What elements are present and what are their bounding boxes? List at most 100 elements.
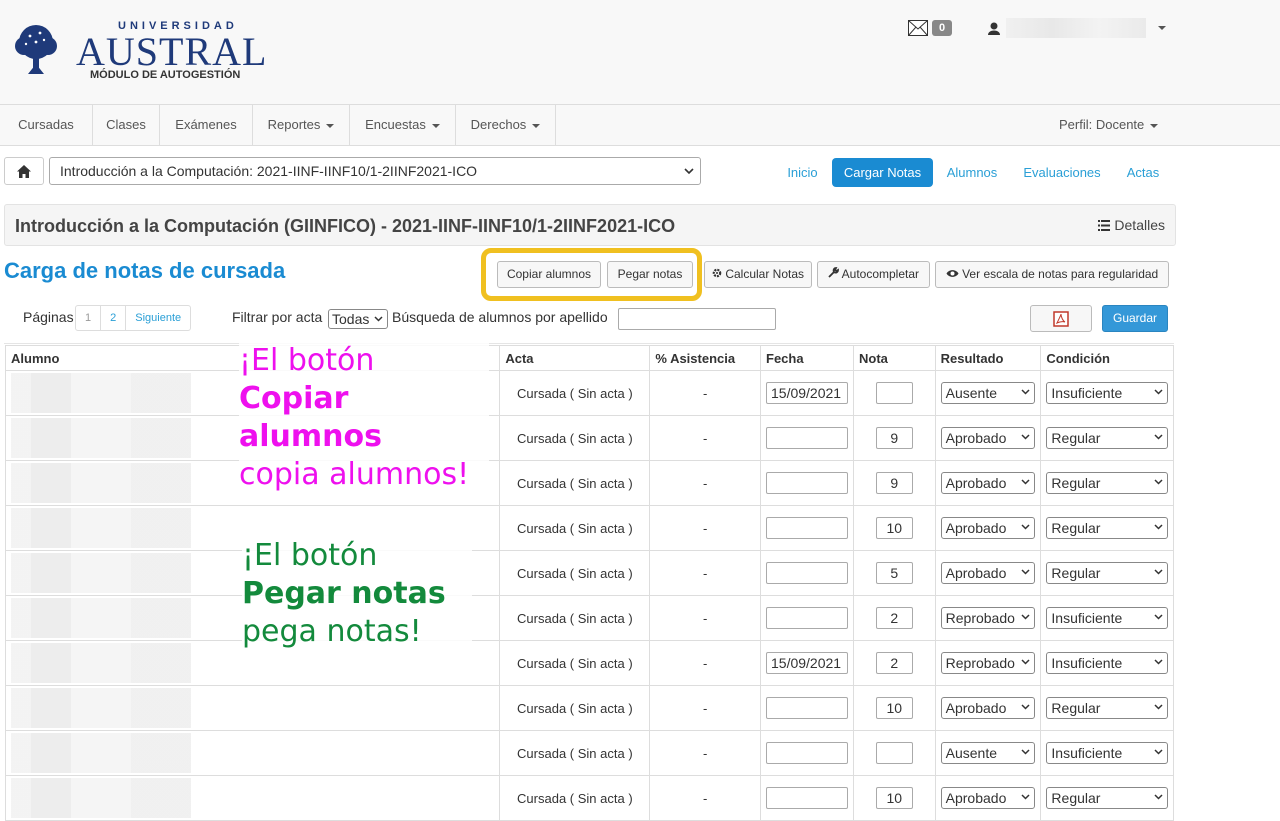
header-fecha[interactable]: Fecha bbox=[760, 345, 854, 371]
condicion-value: Regular bbox=[1051, 700, 1101, 716]
fecha-input[interactable] bbox=[766, 517, 848, 539]
nota-input[interactable]: 10 bbox=[875, 517, 913, 539]
ver-escala-label: Ver escala de notas para regularidad bbox=[962, 267, 1159, 281]
resultado-select[interactable]: Aprobado bbox=[940, 427, 1036, 449]
resultado-select[interactable]: Reprobado bbox=[940, 652, 1036, 674]
fecha-input[interactable]: 15/09/2021 bbox=[766, 652, 848, 674]
user-menu[interactable] bbox=[988, 18, 1166, 38]
acta-cell: Cursada ( Sin acta ) bbox=[499, 550, 651, 596]
fecha-cell bbox=[760, 775, 854, 821]
ver-escala-button[interactable]: Ver escala de notas para regularidad bbox=[935, 261, 1169, 288]
tab-cargar-notas[interactable]: Cargar Notas bbox=[832, 158, 933, 187]
fecha-input[interactable] bbox=[766, 607, 848, 629]
nav-clases-label: Clases bbox=[106, 117, 146, 132]
resultado-value: Aprobado bbox=[945, 475, 1007, 491]
resultado-select[interactable]: Aprobado bbox=[940, 517, 1036, 539]
nota-input[interactable] bbox=[875, 382, 913, 404]
nota-input[interactable] bbox=[875, 742, 913, 764]
tab-actas[interactable]: Actas bbox=[1118, 158, 1168, 187]
resultado-select[interactable]: Reprobado bbox=[940, 607, 1036, 629]
course-select[interactable]: Introducción a la Computación: 2021-IINF… bbox=[49, 157, 701, 185]
detalles-button[interactable]: Detalles bbox=[1098, 217, 1165, 233]
condicion-value: Insuficiente bbox=[1051, 385, 1123, 401]
chevron-down-icon bbox=[1154, 434, 1163, 440]
nav-derechos-dropdown[interactable]: Derechos bbox=[456, 105, 556, 145]
acta-cell: Cursada ( Sin acta ) bbox=[499, 370, 651, 416]
header-resultado[interactable]: Resultado bbox=[934, 345, 1042, 371]
course-select-value: Introducción a la Computación: 2021-IINF… bbox=[60, 163, 478, 179]
perfil-dropdown[interactable]: Perfil: Docente bbox=[1059, 105, 1159, 145]
messages-button[interactable]: 0 bbox=[908, 20, 953, 36]
fecha-input[interactable] bbox=[766, 562, 848, 584]
header-acta[interactable]: Acta bbox=[499, 345, 651, 371]
nav-cursadas[interactable]: Cursadas bbox=[0, 105, 93, 145]
header-asistencia[interactable]: % Asistencia bbox=[649, 345, 761, 371]
condicion-select[interactable]: Insuficiente bbox=[1046, 742, 1168, 764]
tab-alumnos-label: Alumnos bbox=[946, 165, 998, 180]
nota-input[interactable]: 9 bbox=[875, 427, 913, 449]
nota-input[interactable]: 10 bbox=[875, 787, 913, 809]
alumno-name-redacted bbox=[11, 418, 241, 458]
nota-input[interactable]: 2 bbox=[875, 652, 913, 674]
condicion-select[interactable]: Insuficiente bbox=[1046, 607, 1168, 629]
nota-input[interactable]: 10 bbox=[875, 697, 913, 719]
fecha-cell bbox=[760, 505, 854, 551]
nav-clases[interactable]: Clases bbox=[93, 105, 160, 145]
guardar-button[interactable]: Guardar bbox=[1102, 305, 1168, 332]
chevron-down-icon bbox=[1154, 704, 1163, 710]
condicion-select[interactable]: Regular bbox=[1046, 472, 1168, 494]
header-nota[interactable]: Nota bbox=[853, 345, 936, 371]
resultado-select[interactable]: Aprobado bbox=[940, 562, 1036, 584]
fecha-input[interactable] bbox=[766, 697, 848, 719]
tab-alumnos[interactable]: Alumnos bbox=[940, 158, 1004, 187]
condicion-cell: Regular bbox=[1040, 505, 1174, 551]
filtrar-acta-select[interactable]: Todas bbox=[328, 309, 388, 329]
tab-inicio[interactable]: Inicio bbox=[779, 158, 826, 187]
nav-encuestas-dropdown[interactable]: Encuestas bbox=[350, 105, 456, 145]
condicion-select[interactable]: Insuficiente bbox=[1046, 652, 1168, 674]
condicion-select[interactable]: Regular bbox=[1046, 517, 1168, 539]
resultado-value: Ausente bbox=[945, 385, 998, 401]
siguiente-link[interactable]: Siguiente bbox=[126, 306, 190, 330]
fecha-input[interactable] bbox=[766, 427, 848, 449]
fecha-input[interactable] bbox=[766, 472, 848, 494]
table-row: Cursada ( Sin acta ) - 9 Aprobado Regular bbox=[4, 415, 1174, 461]
nota-input[interactable]: 2 bbox=[875, 607, 913, 629]
fecha-input[interactable] bbox=[766, 787, 848, 809]
condicion-select[interactable]: Regular bbox=[1046, 787, 1168, 809]
autocompletar-button[interactable]: Autocompletar bbox=[817, 261, 930, 288]
condicion-select[interactable]: Regular bbox=[1046, 427, 1168, 449]
annotation-copiar-bold2: alumnos bbox=[239, 419, 382, 454]
pdf-icon bbox=[1053, 310, 1069, 327]
condicion-select[interactable]: Insuficiente bbox=[1046, 382, 1168, 404]
header-condicion[interactable]: Condición bbox=[1040, 345, 1174, 371]
home-button[interactable] bbox=[4, 157, 44, 185]
fecha-input[interactable]: 15/09/2021 bbox=[766, 382, 848, 404]
nav-reportes-dropdown[interactable]: Reportes bbox=[253, 105, 350, 145]
pdf-export-button[interactable] bbox=[1030, 305, 1092, 332]
asistencia-cell: - bbox=[649, 775, 761, 821]
resultado-select[interactable]: Aprobado bbox=[940, 472, 1036, 494]
page-2-link[interactable]: 2 bbox=[101, 306, 127, 330]
condicion-select[interactable]: Regular bbox=[1046, 562, 1168, 584]
resultado-select[interactable]: Ausente bbox=[940, 742, 1036, 764]
page-1-link[interactable]: 1 bbox=[76, 306, 102, 330]
condicion-select[interactable]: Regular bbox=[1046, 697, 1168, 719]
tab-cargar-notas-label: Cargar Notas bbox=[843, 165, 922, 180]
fecha-input[interactable] bbox=[766, 742, 848, 764]
asistencia-cell: - bbox=[649, 460, 761, 506]
chevron-down-icon bbox=[1021, 614, 1030, 620]
condicion-value: Regular bbox=[1051, 790, 1101, 806]
university-logo[interactable]: UNIVERSIDAD AUSTRAL MÓDULO DE AUTOGESTIÓ… bbox=[12, 18, 272, 88]
calcular-notas-button[interactable]: Calcular Notas bbox=[704, 261, 812, 288]
nav-examenes[interactable]: Exámenes bbox=[160, 105, 253, 145]
nota-input[interactable]: 9 bbox=[875, 472, 913, 494]
tab-evaluaciones[interactable]: Evaluaciones bbox=[1015, 158, 1109, 187]
busqueda-input[interactable] bbox=[618, 308, 776, 330]
resultado-select[interactable]: Aprobado bbox=[940, 697, 1036, 719]
nota-input[interactable]: 5 bbox=[875, 562, 913, 584]
resultado-select[interactable]: Aprobado bbox=[940, 787, 1036, 809]
annotation-pegar-line1: ¡El botón bbox=[242, 538, 378, 573]
resultado-select[interactable]: Ausente bbox=[940, 382, 1036, 404]
asistencia-cell: - bbox=[649, 595, 761, 641]
